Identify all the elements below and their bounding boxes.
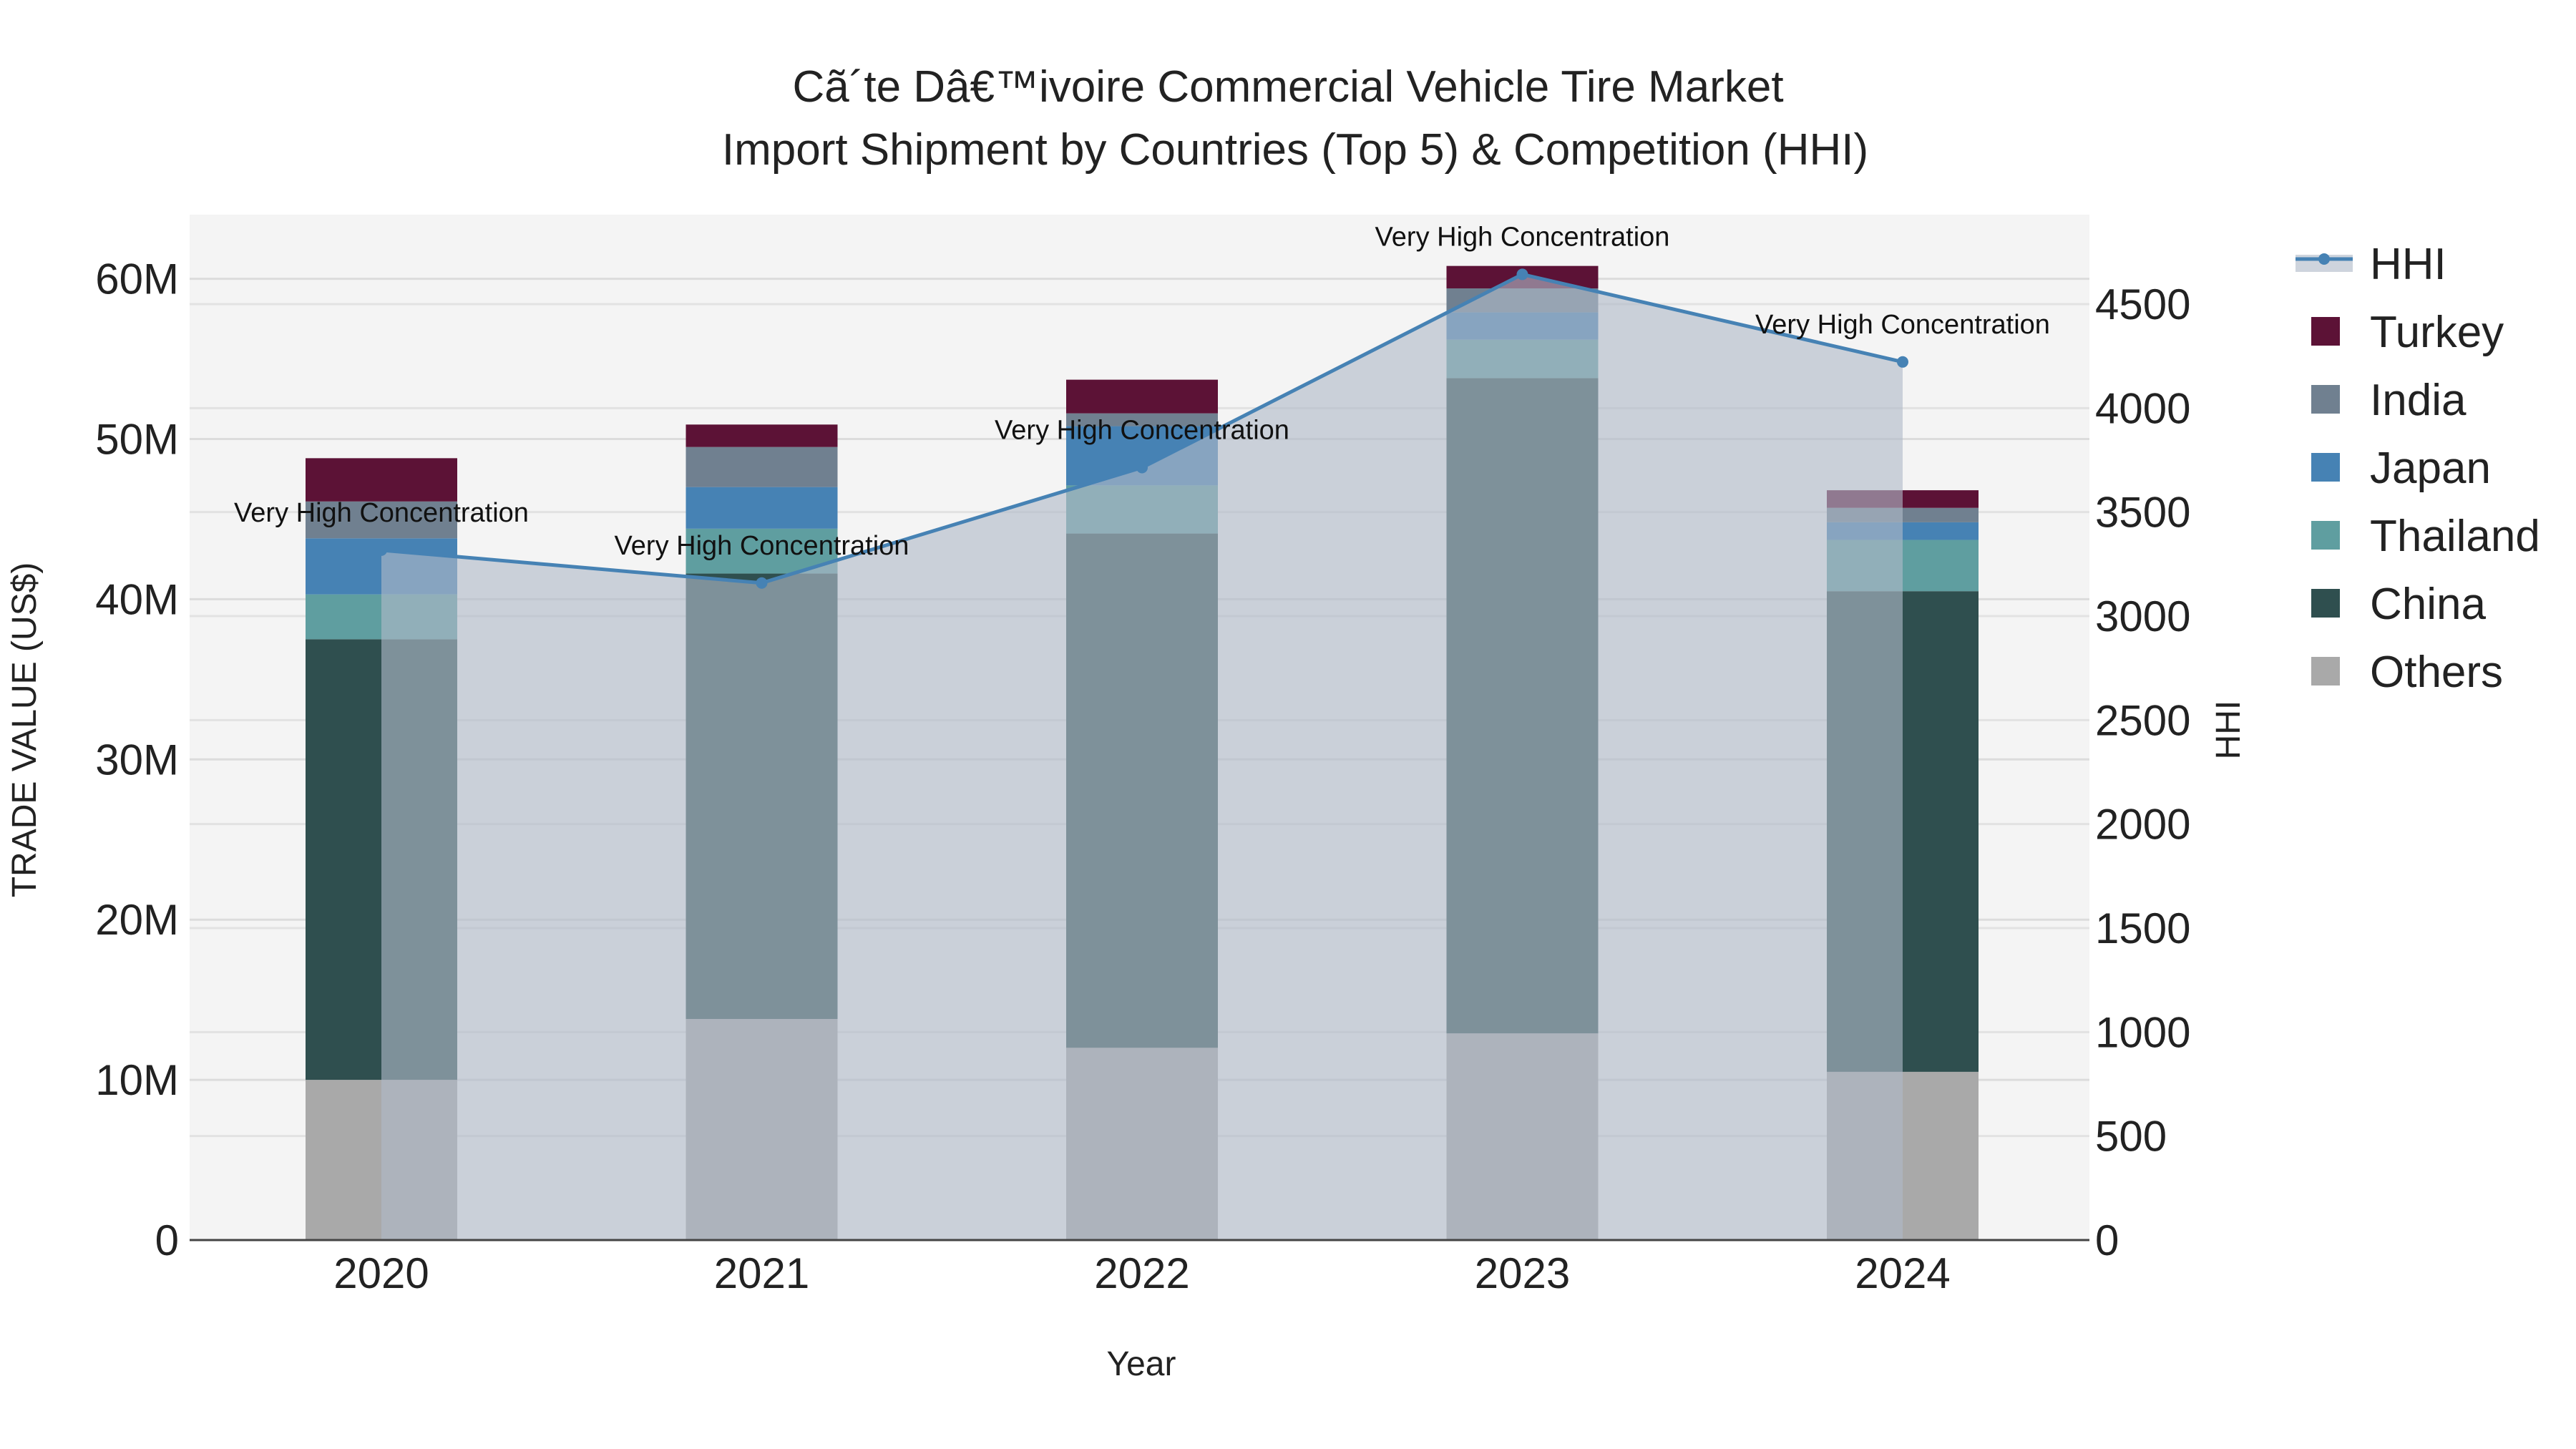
chart-title-line1: Cã´te Dâ€™ivoire Commercial Vehicle Tire…: [792, 62, 1783, 112]
x-tick-label: 2020: [333, 1249, 429, 1297]
hhi-annotation: Very High Concentration: [1755, 310, 2050, 340]
y-axis-title: TRADE VALUE (US$): [6, 562, 44, 898]
y-tick-label: 0: [155, 1216, 179, 1264]
legend: HHI Turkey India Japan Thailand China Others: [2296, 240, 2540, 697]
hhi-annotation: Very High Concentration: [234, 498, 529, 528]
y2-tick-label: 4500: [2095, 280, 2190, 328]
y-tick-label: 50M: [95, 415, 179, 463]
x-tick-label: 2024: [1855, 1249, 1950, 1297]
bar-turkey-2020: [306, 458, 457, 502]
y-tick-label: 60M: [95, 255, 179, 303]
legend-swatch-china: [2311, 589, 2340, 618]
hhi-point-2022: [1136, 462, 1148, 474]
hhi-annotation: Very High Concentration: [615, 531, 909, 561]
hhi-point-2021: [756, 577, 768, 589]
legend-label-india: India: [2370, 376, 2467, 425]
chart-title-line2: Import Shipment by Countries (Top 5) & C…: [722, 125, 1868, 175]
legend-label-turkey: Turkey: [2370, 308, 2504, 357]
y-tick-label: 30M: [95, 736, 179, 784]
chart: Very High Concentration Very High Concent…: [6, 62, 2540, 1383]
y2-tick-label: 2500: [2095, 696, 2190, 744]
legend-label-china: China: [2370, 580, 2487, 629]
y-tick-label: 20M: [95, 896, 179, 944]
y2-tick-label: 1000: [2095, 1008, 2190, 1056]
bar-turkey-2021: [686, 424, 838, 447]
legend-swatch-india: [2311, 385, 2340, 414]
bar-turkey-2022: [1066, 379, 1218, 414]
y2-tick-label: 3000: [2095, 592, 2190, 640]
legend-swatch-japan: [2311, 453, 2340, 482]
legend-swatch-turkey: [2311, 317, 2340, 346]
y2-tick-label: 2000: [2095, 801, 2190, 849]
y2-tick-label: 0: [2095, 1216, 2119, 1264]
hhi-point-2020: [376, 544, 387, 556]
legend-hhi-marker-icon: [2318, 253, 2330, 265]
x-tick-label: 2022: [1094, 1249, 1189, 1297]
legend-swatch-others: [2311, 657, 2340, 686]
bar-japan-2021: [686, 487, 838, 529]
x-tick-label: 2021: [714, 1249, 809, 1297]
hhi-point-2023: [1516, 268, 1528, 280]
hhi-annotation: Very High Concentration: [1375, 222, 1670, 252]
x-tick-label: 2023: [1475, 1249, 1570, 1297]
y2-tick-label: 500: [2095, 1113, 2167, 1161]
y-tick-label: 40M: [95, 575, 179, 623]
legend-label-hhi: HHI: [2370, 240, 2446, 289]
legend-label-japan: Japan: [2370, 444, 2491, 493]
legend-label-others: Others: [2370, 648, 2503, 697]
bar-india-2021: [686, 447, 838, 487]
hhi-annotation: Very High Concentration: [995, 415, 1289, 445]
y2-tick-label: 4000: [2095, 384, 2190, 432]
legend-swatch-thailand: [2311, 521, 2340, 550]
legend-label-thailand: Thailand: [2370, 512, 2540, 561]
y-tick-label: 10M: [95, 1056, 179, 1104]
y2-tick-label: 1500: [2095, 904, 2190, 952]
y2-axis-title: HHI: [2210, 701, 2248, 760]
hhi-point-2024: [1897, 356, 1908, 368]
x-axis-title: Year: [1107, 1345, 1176, 1383]
y2-tick-label: 3500: [2095, 489, 2190, 537]
